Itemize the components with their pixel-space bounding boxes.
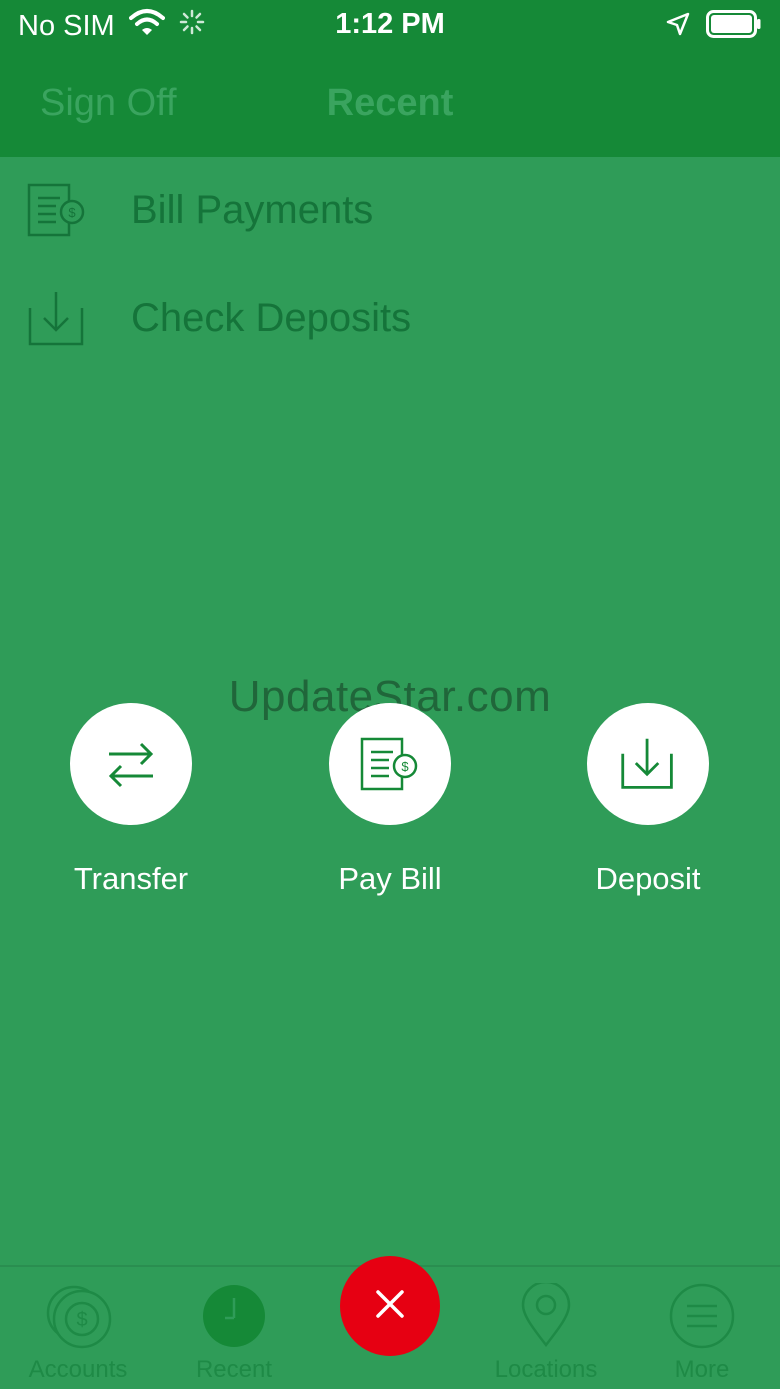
status-bar: No SIM 1:12 PM [0,0,780,52]
menu-icon [624,1283,780,1349]
svg-text:$: $ [68,205,76,220]
pay-bill-button[interactable]: $ Pay Bill [280,703,500,897]
tab-recent[interactable]: Recent [156,1267,312,1389]
pay-bill-label: Pay Bill [338,861,442,896]
accounts-icon: $ [0,1281,156,1351]
deposit-icon [587,703,709,825]
transfer-label: Transfer [73,861,189,896]
tab-label: More [674,1356,730,1383]
list-item-label: Check Deposits [131,296,412,340]
transfer-icon [70,703,192,825]
bill-icon: $ [329,703,451,825]
tab-label: Locations [494,1356,598,1383]
deposit-icon [26,288,88,355]
tab-locations[interactable]: Locations [468,1267,624,1389]
tab-more[interactable]: More [624,1267,780,1389]
close-icon [374,1288,406,1325]
battery-icon [706,10,762,43]
tab-accounts[interactable]: $ Accounts [0,1267,156,1389]
clock-icon [156,1283,312,1349]
status-time: 1:12 PM [335,8,445,40]
tab-label: Recent [195,1356,273,1383]
tab-label: Accounts [28,1356,128,1383]
location-arrow-icon [666,12,690,41]
navigation-bar: Sign Off Recent [0,52,780,157]
deposit-button[interactable]: Deposit [538,703,758,897]
status-right [666,10,762,43]
close-button[interactable] [340,1256,440,1356]
list-item-bill-payments[interactable]: $ Bill Payments [0,160,780,260]
svg-text:$: $ [76,1309,87,1331]
svg-text:$: $ [401,759,409,774]
transfer-button[interactable]: Transfer [21,703,241,897]
bill-icon: $ [26,182,88,243]
list-item-label: Bill Payments [131,188,374,232]
list-item-check-deposits[interactable]: Check Deposits [0,268,780,368]
location-pin-icon [468,1283,624,1347]
deposit-label: Deposit [595,861,701,896]
page-title: Recent [326,82,454,124]
